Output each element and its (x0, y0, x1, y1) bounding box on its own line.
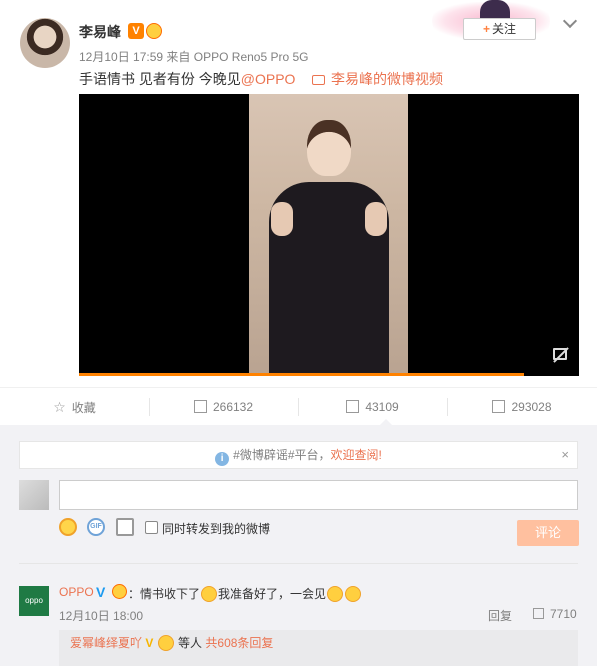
notice-link[interactable]: 欢迎查阅! (331, 448, 382, 462)
member-crown-icon (157, 635, 174, 651)
video-player[interactable] (79, 94, 579, 376)
follow-button[interactable]: + 关注 (463, 18, 536, 40)
comment-input[interactable] (59, 480, 578, 510)
notice-text: #微博辟谣#平台， (233, 448, 331, 462)
sub-reply-name[interactable]: 爱幂峰绎夏吖 (70, 636, 142, 650)
close-icon[interactable]: × (561, 442, 569, 468)
member-crown-icon (112, 584, 127, 599)
post-time[interactable]: 12月10日 17:59 (79, 50, 163, 64)
verified-icon: V (96, 584, 106, 600)
commenter-name[interactable]: OPPO (59, 585, 94, 599)
chevron-down-icon[interactable] (562, 13, 578, 29)
repost-checkbox[interactable] (145, 521, 158, 534)
repost-button[interactable]: 266132 (149, 388, 298, 426)
video-subject (269, 120, 389, 376)
reply-button[interactable]: 回复 (488, 607, 512, 624)
favorite-button[interactable]: ☆ 收藏 (0, 388, 149, 426)
post-body: 手语情书 见者有份 今晚见 (79, 71, 241, 87)
thumbs-up-left (271, 202, 293, 236)
plus-icon: + (482, 22, 490, 36)
favorite-label: 收藏 (71, 401, 96, 415)
author-name[interactable]: 李易峰 (79, 22, 121, 42)
commenter-avatar[interactable]: oppo (19, 586, 49, 616)
member-crown-icon (146, 23, 162, 39)
my-avatar (19, 480, 49, 510)
verified-icon: V (145, 636, 154, 650)
sub-replies-summary: 爱幂峰绎夏吖 V 等人 共608条回复 (59, 630, 578, 666)
post-source[interactable]: OPPO Reno5 Pro 5G (194, 50, 309, 64)
comment-count: 43109 (365, 400, 399, 414)
comment-text: ：情书收下了 我准备好了，一会见 (128, 585, 362, 602)
sub-reply-mid: 等人 (174, 636, 206, 650)
comment-section: i #微博辟谣#平台，欢迎查阅! × GIF 同时转发到我的微博 评论 oppo … (0, 425, 597, 666)
thumbs-up-icon (492, 400, 506, 413)
divider (19, 563, 578, 564)
emoji-icon (327, 586, 344, 602)
gif-icon[interactable]: GIF (87, 518, 105, 536)
verified-icon: V (128, 23, 144, 39)
image-icon[interactable] (116, 518, 134, 536)
like-button[interactable]: 293028 (447, 388, 597, 426)
more-replies-link[interactable]: 共608条回复 (205, 636, 273, 650)
video-link-label: 李易峰的微博视频 (331, 71, 443, 87)
video-progress-bar[interactable] (79, 373, 524, 376)
weibo-post: 李易峰 V + 关注 12月10日 17:59 来自 OPPO Reno5 Pro… (0, 0, 597, 387)
emoji-icon (345, 586, 362, 602)
submit-comment-button[interactable]: 评论 (517, 520, 579, 546)
video-link[interactable]: 李易峰的微博视频 (312, 69, 443, 89)
share-icon (193, 400, 207, 413)
comment-like-count: 7710 (550, 607, 577, 621)
mention-link[interactable]: @OPPO (241, 71, 296, 87)
rumor-notice: i #微博辟谣#平台，欢迎查阅! × (19, 441, 578, 469)
comment-caret (379, 419, 393, 426)
comment-button[interactable]: 43109 (298, 388, 447, 426)
post-meta: 12月10日 17:59 来自 OPPO Reno5 Pro 5G (79, 48, 309, 65)
repost-label: 同时转发到我的微博 (162, 522, 271, 536)
comment-text-a: ：情书收下了 (128, 587, 201, 601)
emoji-icon (201, 586, 218, 602)
emoji-icon[interactable] (59, 518, 77, 536)
star-icon: ☆ (53, 399, 66, 415)
thumbs-up-icon (533, 608, 544, 619)
mute-icon[interactable] (553, 348, 567, 360)
repost-count: 266132 (212, 400, 254, 414)
comment-icon (346, 400, 360, 413)
head-shape (307, 120, 351, 176)
thumbs-up-right (365, 202, 387, 236)
author-avatar[interactable] (20, 18, 70, 68)
post-text: 手语情书 见者有份 今晚见@OPPO (79, 69, 295, 89)
video-camera-icon (312, 75, 325, 85)
action-bar: ☆ 收藏 266132 43109 293028 (0, 387, 597, 425)
info-icon: i (215, 452, 230, 466)
comment-text-b: 我准备好了，一会见 (218, 587, 327, 601)
like-count: 293028 (511, 400, 552, 414)
comment-like-button[interactable]: 7710 (533, 607, 577, 621)
follow-label: 关注 (492, 22, 517, 36)
source-prefix: 来自 (166, 50, 191, 64)
comment-time: 12月10日 18:00 (59, 609, 144, 623)
